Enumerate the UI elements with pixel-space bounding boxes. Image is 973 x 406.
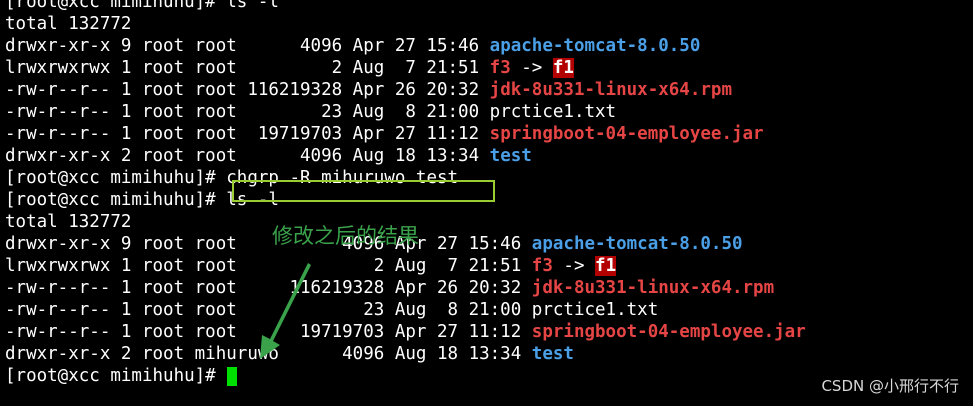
- file-name: f3: [489, 58, 511, 78]
- file-row: -rw-r--r-- 1 root root 23 Aug 8 21:00 pr…: [5, 299, 806, 321]
- link-target: f1: [552, 58, 574, 78]
- terminal-cursor: [227, 366, 238, 386]
- prompt-line-1: [root@xcc mimihuhu]# ls -l: [5, 0, 806, 13]
- file-row: -rw-r--r-- 1 root root 116219328 Apr 26 …: [5, 277, 806, 299]
- file-row: drwxr-xr-x 2 root root 4096 Aug 18 13:34…: [5, 145, 806, 167]
- file-name: jdk-8u331-linux-x64.rpm: [489, 80, 732, 100]
- prompt: [root@xcc mimihuhu]#: [5, 190, 216, 210]
- file-name: apache-tomcat-8.0.50: [489, 36, 701, 56]
- link-target: f1: [595, 256, 617, 276]
- file-name: test: [531, 344, 574, 364]
- file-meta: drwxr-xr-x 2 root root 4096 Aug 18 13:34: [5, 146, 490, 166]
- file-meta: lrwxrwxrwx 1 root root 2 Aug 7 21:51: [5, 58, 490, 78]
- link-arrow: ->: [510, 58, 553, 78]
- file-name: test: [489, 146, 532, 166]
- file-meta: -rw-r--r-- 1 root root 116219328 Apr 26 …: [5, 80, 490, 100]
- prompt-line-4: [root@xcc mimihuhu]#: [5, 365, 806, 387]
- prompt: [root@xcc mimihuhu]#: [5, 366, 216, 386]
- prompt: [root@xcc mimihuhu]#: [5, 168, 216, 188]
- file-name: springboot-04-employee.jar: [531, 322, 806, 342]
- file-row: drwxr-xr-x 2 root mihuruwo 4096 Aug 18 1…: [5, 343, 806, 365]
- file-row: -rw-r--r-- 1 root root 19719703 Apr 27 1…: [5, 123, 806, 145]
- file-name: apache-tomcat-8.0.50: [531, 234, 743, 254]
- file-name: jdk-8u331-linux-x64.rpm: [531, 278, 775, 298]
- prompt: [root@xcc mimihuhu]#: [5, 0, 216, 12]
- total-line-1: total 132772: [5, 14, 132, 34]
- file-name: f3: [531, 256, 553, 276]
- command-highlight-box: [232, 180, 495, 202]
- file-row: -rw-r--r-- 1 root root 19719703 Apr 27 1…: [5, 321, 806, 343]
- listing-1: drwxr-xr-x 9 root root 4096 Apr 27 15:46…: [5, 35, 806, 167]
- file-row: lrwxrwxrwx 1 root root 2 Aug 7 21:51 f3 …: [5, 57, 806, 79]
- file-row: -rw-r--r-- 1 root root 23 Aug 8 21:00 pr…: [5, 101, 806, 123]
- file-row: lrwxrwxrwx 1 root root 2 Aug 7 21:51 f3 …: [5, 255, 806, 277]
- file-name: springboot-04-employee.jar: [489, 124, 764, 144]
- file-meta: -rw-r--r-- 1 root root 23 Aug 8 21:00: [5, 102, 490, 122]
- csdn-watermark: CSDN @小邢行不行: [821, 377, 959, 395]
- file-meta: drwxr-xr-x 9 root root 4096 Apr 27 15:46: [5, 234, 532, 254]
- file-meta: -rw-r--r-- 1 root root 19719703 Apr 27 1…: [5, 124, 490, 144]
- file-name: prctice1.txt: [489, 102, 617, 122]
- link-arrow: ->: [552, 256, 596, 276]
- command-text: ls -l: [215, 0, 279, 12]
- file-row: -rw-r--r-- 1 root root 116219328 Apr 26 …: [5, 79, 806, 101]
- file-meta: drwxr-xr-x 9 root root 4096 Apr 27 15:46: [5, 36, 490, 56]
- file-row: drwxr-xr-x 9 root root 4096 Apr 27 15:46…: [5, 35, 806, 57]
- listing-2: drwxr-xr-x 9 root root 4096 Apr 27 15:46…: [5, 233, 806, 365]
- annotation-arrow-icon: [260, 263, 311, 359]
- file-name: prctice1.txt: [531, 300, 659, 320]
- annotation-text: 修改之后的结果: [272, 224, 419, 248]
